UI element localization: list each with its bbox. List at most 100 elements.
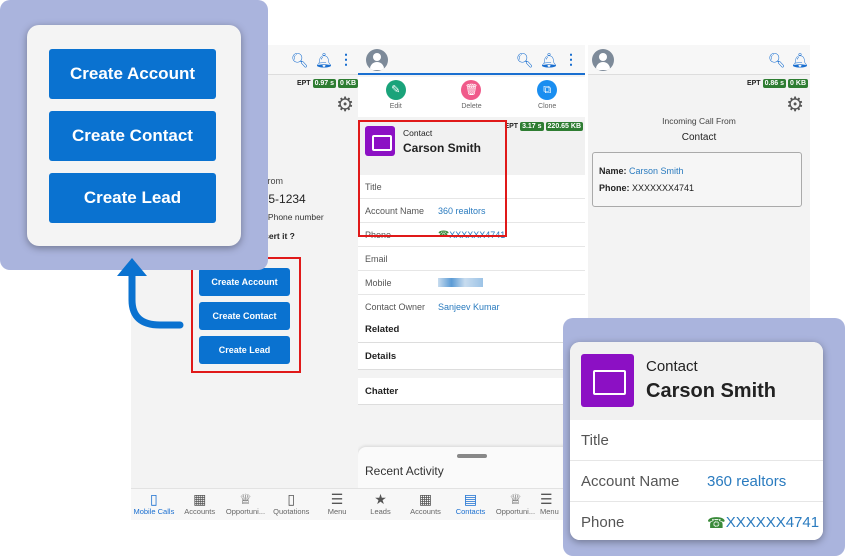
nav-label: Opportuni... [225,507,266,516]
drag-handle[interactable] [456,454,487,458]
nav-label: Leads [370,507,391,516]
recent-activity-title: Recent Activity [365,464,444,478]
name-label: Name: [599,166,627,176]
field-label: Phone [581,514,625,531]
mobile-icon: ▯ [150,491,158,507]
field-title: Title [570,420,823,461]
section-chatter[interactable]: Chatter› [358,378,585,405]
ept-time: 3.17 s [520,122,544,131]
contact-zoom-card: Contact Carson Smith Title Account Name 3… [570,342,823,540]
contact-card-icon: ▤ [463,491,478,507]
nav-accounts[interactable]: ▦ Accounts [177,489,223,520]
incoming-call-label: Incoming Call From [662,116,736,126]
create-contact-button-large[interactable]: Create Contact [49,111,216,161]
nav-menu[interactable]: ☰ Menu [314,489,360,520]
field-label: Email [365,253,388,264]
ept-badge: EPT 0.86 s0 KB [747,79,808,88]
nav-label: Contacts [455,507,486,516]
search-icon[interactable]: 🔍︎ [768,53,786,67]
nav-contacts[interactable]: ▤ Contacts [448,489,493,520]
ept-badge: EPT 3.17 s 220.65 KB [504,122,583,131]
nav-mobile-calls[interactable]: ▯ Mobile Calls [131,489,177,520]
pencil-icon: ✎ [385,80,406,100]
app-header: 🔍︎ 🔔︎ ⋮ [358,45,585,75]
arrow-icon [117,258,184,329]
caller-name-link[interactable]: Carson Smith [629,166,684,176]
record-type: Contact [646,358,698,375]
clone-button[interactable]: ⧉ Clone [537,77,558,117]
owner-link[interactable]: Sanjeev Kumar [438,302,500,312]
ept-label: EPT [296,80,311,87]
nav-label: Accounts [410,507,441,516]
edit-button[interactable]: ✎ Edit [385,77,406,117]
field-label: Mobile [365,277,392,288]
contact-card-icon [581,354,634,407]
create-account-button[interactable]: Create Account [199,268,290,296]
field-account-name: Account Name 360 realtors [570,461,823,502]
ept-time: 0.97 s [312,79,337,88]
building-icon: ▦ [193,491,207,507]
trash-icon: 🗑︎ [461,80,482,100]
recent-activity-sheet[interactable]: Recent Activity [358,447,585,489]
more-icon[interactable]: ⋮ [339,52,353,66]
blurred-value [438,278,483,287]
incoming-call-screen: 🔍︎ 🔔︎ EPT 0.86 s0 KB ⚙ Incoming Call From… [588,45,810,345]
nav-quotations[interactable]: ▯ Quotations [268,489,314,520]
ept-size: 0 KB [338,79,358,88]
field-phone: Phone ☎ XXXXXX4741 [570,502,823,540]
section-related[interactable]: Related› [358,316,585,343]
nav-label: Menu [327,507,347,516]
caller-phone: XXXXXXX4741 [632,183,695,193]
field-label: Account Name [581,472,680,490]
create-lead-button-large[interactable]: Create Lead [49,173,216,223]
section-details[interactable]: Details› [358,343,585,370]
ept-time: 0.86 s [762,79,787,88]
phone-icon: ☎ [707,514,726,532]
delete-button[interactable]: 🗑︎ Delete [461,77,482,117]
bell-icon[interactable]: 🔔︎ [791,53,809,67]
section-label: Related [365,323,400,335]
nav-label: Menu [540,507,559,516]
delete-label: Delete [461,103,482,110]
ept-size: 0 KB [788,79,808,88]
avatar[interactable] [592,49,614,71]
edit-label: Edit [389,103,402,110]
nav-accounts[interactable]: ▦ Accounts [403,489,448,520]
nav-opportunities[interactable]: ♕ Opportuni... [493,489,538,520]
more-icon[interactable]: ⋮ [564,52,578,66]
search-icon[interactable]: 🔍︎ [516,53,534,67]
nav-leads[interactable]: ★ Leads [358,489,403,520]
phone-link[interactable]: XXXXXX4741 [726,514,819,531]
bell-icon[interactable]: 🔔︎ [315,53,333,67]
create-buttons-zoom-card: Create Account Create Contact Create Lea… [27,25,241,246]
app-header: 🔍︎ 🔔︎ [588,45,810,75]
account-link[interactable]: 360 realtors [707,473,786,490]
field-label: Title [581,431,609,449]
bell-icon[interactable]: 🔔︎ [540,53,558,67]
caller-type: Contact [681,132,717,143]
create-account-button-large[interactable]: Create Account [49,49,216,99]
bottom-nav: ▯ Mobile Calls ▦ Accounts ♕ Opportuni... ▯ Q… [131,488,360,520]
building-icon: ▦ [418,491,433,507]
crown-icon: ♕ [509,491,522,507]
create-contact-button[interactable]: Create Contact [199,302,290,330]
nav-label: Accounts [184,507,216,516]
field-label: Contact Owner [365,301,426,312]
ept-size: 220.65 KB [545,122,583,131]
nav-label: Opportuni... [495,507,536,516]
ept-badge: EPT 0.97 s0 KB [297,79,358,88]
phone-label: Phone: [599,183,630,193]
nav-opportunities[interactable]: ♕ Opportuni... [223,489,269,520]
create-lead-button[interactable]: Create Lead [199,336,290,364]
gear-icon[interactable]: ⚙ [336,95,354,115]
section-label: Chatter [365,385,399,397]
ept-label: EPT [746,80,761,87]
gear-icon[interactable]: ⚙ [786,95,804,115]
field-email: Email [358,247,585,271]
nav-label: Mobile Calls [133,507,175,516]
avatar[interactable] [366,49,388,71]
contact-highlight [358,120,507,237]
contact-header: Contact Carson Smith [570,342,823,420]
nav-label: Quotations [273,507,310,516]
search-icon[interactable]: 🔍︎ [291,53,309,67]
